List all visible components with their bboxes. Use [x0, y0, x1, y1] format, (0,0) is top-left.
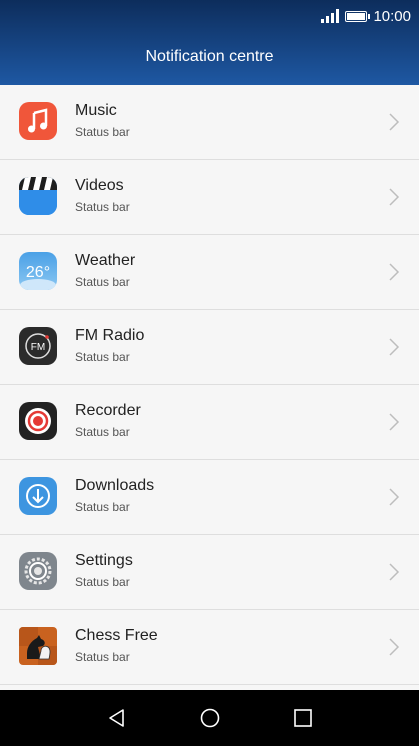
list-item-settings[interactable]: Settings Status bar — [0, 535, 419, 610]
chevron-right-icon — [389, 338, 400, 356]
app-subtitle: Status bar — [75, 650, 130, 664]
weather-icon: 26° — [19, 252, 57, 290]
list-item-music[interactable]: Music Status bar — [0, 85, 419, 160]
app-list: Music Status bar Videos Status bar 26° W… — [0, 85, 419, 685]
app-name: Videos — [75, 177, 124, 194]
list-item-downloads[interactable]: Downloads Status bar — [0, 460, 419, 535]
chevron-right-icon — [389, 563, 400, 581]
chevron-right-icon — [389, 263, 400, 281]
app-subtitle: Status bar — [75, 575, 130, 589]
app-subtitle: Status bar — [75, 125, 130, 139]
list-item-chess-free[interactable]: Chess Free Status bar — [0, 610, 419, 685]
settings-icon — [19, 552, 57, 590]
clock: 10:00 — [373, 7, 411, 25]
app-name: Settings — [75, 552, 133, 569]
chevron-right-icon — [389, 488, 400, 506]
app-subtitle: Status bar — [75, 200, 130, 214]
list-item-fm-radio[interactable]: FM FM Radio Status bar — [0, 310, 419, 385]
list-item-weather[interactable]: 26° Weather Status bar — [0, 235, 419, 310]
back-icon[interactable] — [105, 706, 129, 730]
app-subtitle: Status bar — [75, 350, 130, 364]
recents-icon[interactable] — [291, 706, 315, 730]
chevron-right-icon — [389, 638, 400, 656]
chevron-right-icon — [389, 188, 400, 206]
weather-icon-text: 26° — [26, 264, 50, 281]
app-name: Music — [75, 102, 117, 119]
status-bar: 10:00 — [321, 6, 411, 26]
fm-radio-icon: FM — [19, 327, 57, 365]
list-item-videos[interactable]: Videos Status bar — [0, 160, 419, 235]
app-name: Weather — [75, 252, 136, 269]
signal-icon — [321, 9, 340, 23]
chess-icon — [19, 627, 57, 665]
app-subtitle: Status bar — [75, 275, 130, 289]
page-title: Notification centre — [145, 48, 274, 65]
chevron-right-icon — [389, 413, 400, 431]
recorder-icon — [19, 402, 57, 440]
app-subtitle: Status bar — [75, 425, 130, 439]
app-subtitle: Status bar — [75, 500, 130, 514]
navigation-bar — [0, 690, 419, 746]
downloads-icon — [19, 477, 57, 515]
header-bar: 10:00 Notification centre — [0, 0, 419, 85]
app-name: FM Radio — [75, 327, 145, 344]
videos-icon — [19, 177, 57, 215]
home-icon[interactable] — [198, 706, 222, 730]
list-item-recorder[interactable]: Recorder Status bar — [0, 385, 419, 460]
chevron-right-icon — [389, 113, 400, 131]
fm-radio-icon-text: FM — [31, 342, 45, 353]
app-name: Recorder — [75, 402, 141, 419]
app-name: Chess Free — [75, 627, 158, 644]
app-name: Downloads — [75, 477, 155, 494]
music-icon — [19, 102, 57, 140]
battery-icon — [345, 10, 371, 22]
